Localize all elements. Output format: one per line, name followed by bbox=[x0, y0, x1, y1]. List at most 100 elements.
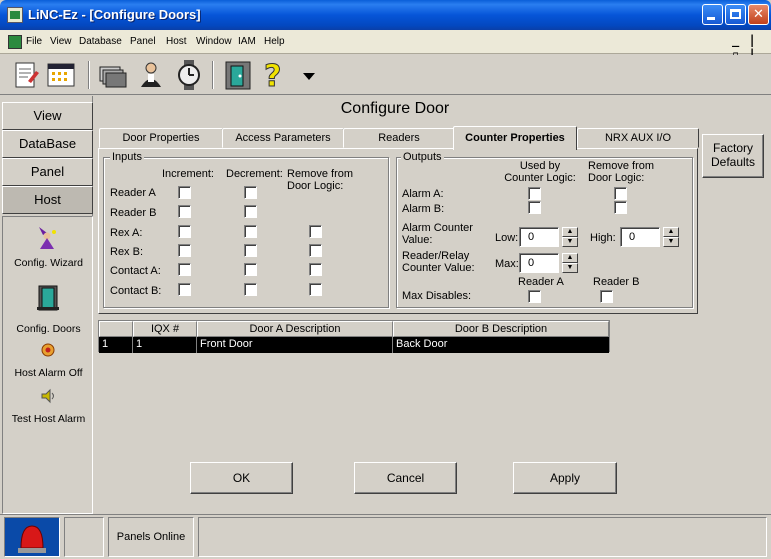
help-icon[interactable]: ? bbox=[258, 59, 290, 95]
menu-host[interactable]: Host bbox=[166, 36, 187, 47]
alarm-off-icon[interactable] bbox=[39, 341, 61, 363]
rex-a-remove-checkbox[interactable] bbox=[309, 225, 322, 238]
decrement-header: Decrement: bbox=[226, 168, 283, 180]
contact-a-increment-checkbox[interactable] bbox=[178, 263, 191, 276]
door-a-cell[interactable]: Front Door bbox=[197, 337, 393, 353]
max-value-input[interactable]: 0 bbox=[519, 253, 559, 273]
tab-counter-properties[interactable]: Counter Properties bbox=[453, 126, 577, 150]
row-label-rex-a: Rex A: bbox=[110, 227, 143, 239]
rex-a-increment-checkbox[interactable] bbox=[178, 225, 191, 238]
toolbar: ? bbox=[0, 55, 771, 95]
alarm-a-remove-checkbox[interactable] bbox=[614, 187, 627, 200]
alarm-counter-value-label: Alarm Counter Value: bbox=[402, 222, 473, 246]
reader-b-label: Reader B bbox=[593, 276, 640, 288]
menu-file[interactable]: File bbox=[26, 36, 42, 47]
document-icon[interactable] bbox=[10, 59, 42, 91]
host-panel: Config. Wizard Config. Doors Host Alarm … bbox=[2, 216, 93, 514]
tab-readers[interactable]: Readers bbox=[343, 128, 455, 148]
watch-icon[interactable] bbox=[173, 59, 205, 91]
high-value-input[interactable]: 0 bbox=[620, 227, 660, 247]
menu-iam[interactable]: IAM bbox=[238, 36, 256, 47]
rex-b-increment-checkbox[interactable] bbox=[178, 244, 191, 257]
tab-nrx-aux-io[interactable]: NRX AUX I/O bbox=[577, 128, 699, 148]
contact-b-remove-checkbox[interactable] bbox=[309, 283, 322, 296]
cards-icon[interactable] bbox=[96, 59, 128, 91]
config-doors-label[interactable]: Config. Doors bbox=[3, 323, 94, 335]
wizard-icon[interactable] bbox=[36, 225, 58, 249]
max-disables-label: Max Disables: bbox=[402, 290, 472, 302]
sidebar-tab-host[interactable]: Host bbox=[2, 186, 93, 214]
low-spinner[interactable]: ▲ ▼ bbox=[562, 227, 578, 247]
config-wizard-label[interactable]: Config. Wizard bbox=[3, 257, 94, 269]
tab-access-parameters[interactable]: Access Parameters bbox=[222, 128, 344, 148]
contact-a-decrement-checkbox[interactable] bbox=[244, 263, 257, 276]
ok-button[interactable]: OK bbox=[190, 462, 293, 494]
grid-header-door-a[interactable]: Door A Description bbox=[197, 321, 393, 337]
person-icon[interactable] bbox=[135, 59, 167, 91]
spin-down-icon[interactable]: ▼ bbox=[663, 237, 679, 247]
contact-a-remove-checkbox[interactable] bbox=[309, 263, 322, 276]
row-label-contact-a: Contact A: bbox=[110, 265, 161, 277]
alarm-b-remove-checkbox[interactable] bbox=[614, 201, 627, 214]
calendar-icon[interactable] bbox=[45, 59, 77, 91]
low-label: Low: bbox=[495, 232, 519, 244]
sidebar-tab-database[interactable]: DataBase bbox=[2, 130, 93, 158]
sidebar-tab-panel[interactable]: Panel bbox=[2, 158, 93, 186]
menu-help[interactable]: Help bbox=[264, 36, 285, 47]
maximize-button[interactable] bbox=[725, 4, 746, 25]
page-title: Configure Door bbox=[340, 100, 450, 117]
alarm-b-used-checkbox[interactable] bbox=[528, 201, 541, 214]
contact-b-increment-checkbox[interactable] bbox=[178, 283, 191, 296]
rex-a-decrement-checkbox[interactable] bbox=[244, 225, 257, 238]
apply-button[interactable]: Apply bbox=[513, 462, 617, 494]
dropdown-arrow-icon[interactable] bbox=[293, 59, 325, 91]
door-icon[interactable] bbox=[37, 285, 59, 311]
rex-b-remove-checkbox[interactable] bbox=[309, 244, 322, 257]
low-value-input[interactable]: 0 bbox=[519, 227, 559, 247]
close-button[interactable]: ✕ bbox=[748, 4, 769, 25]
alarm-b-label: Alarm B: bbox=[402, 203, 445, 215]
doors-grid: IQX # Door A Description Door B Descript… bbox=[98, 320, 610, 353]
menu-view[interactable]: View bbox=[50, 36, 72, 47]
minimize-button[interactable] bbox=[702, 4, 723, 25]
spin-up-icon[interactable]: ▲ bbox=[562, 227, 578, 237]
max-disables-reader-b-checkbox[interactable] bbox=[600, 290, 613, 303]
spin-up-icon[interactable]: ▲ bbox=[562, 253, 578, 263]
rex-b-decrement-checkbox[interactable] bbox=[244, 244, 257, 257]
test-host-alarm-label[interactable]: Test Host Alarm bbox=[3, 413, 94, 425]
reader-b-decrement-checkbox[interactable] bbox=[244, 205, 257, 218]
reader-b-increment-checkbox[interactable] bbox=[178, 205, 191, 218]
door-icon[interactable] bbox=[222, 59, 254, 91]
iqx-cell[interactable]: 1 bbox=[133, 337, 197, 353]
sidebar-tab-view[interactable]: View bbox=[2, 102, 93, 130]
max-disables-reader-a-checkbox[interactable] bbox=[528, 290, 541, 303]
table-row[interactable]: 1 1 Front Door Back Door bbox=[99, 337, 609, 353]
outputs-title: Outputs bbox=[401, 151, 444, 163]
grid-header-iqx[interactable]: IQX # bbox=[133, 321, 197, 337]
grid-header-door-b[interactable]: Door B Description bbox=[393, 321, 609, 337]
spin-down-icon[interactable]: ▼ bbox=[562, 263, 578, 273]
speaker-icon[interactable] bbox=[39, 387, 61, 409]
factory-defaults-button[interactable]: Factory Defaults bbox=[702, 134, 764, 178]
remove-door-logic-header: Remove from Door Logic: bbox=[588, 160, 655, 184]
reader-a-decrement-checkbox[interactable] bbox=[244, 186, 257, 199]
document-window-icon[interactable] bbox=[8, 35, 22, 49]
spin-up-icon[interactable]: ▲ bbox=[663, 227, 679, 237]
menu-window[interactable]: Window bbox=[196, 36, 232, 47]
app-icon[interactable] bbox=[7, 7, 23, 23]
relay-counter-value-label: Reader/Relay Counter Value: bbox=[402, 250, 475, 274]
menu-database[interactable]: Database bbox=[79, 36, 122, 47]
spin-down-icon[interactable]: ▼ bbox=[562, 237, 578, 247]
menu-panel[interactable]: Panel bbox=[130, 36, 156, 47]
low-value: 0 bbox=[528, 231, 535, 243]
cancel-button[interactable]: Cancel bbox=[354, 462, 457, 494]
alarm-a-used-checkbox[interactable] bbox=[528, 187, 541, 200]
host-alarm-off-label[interactable]: Host Alarm Off bbox=[3, 367, 94, 379]
tab-door-properties[interactable]: Door Properties bbox=[99, 128, 223, 148]
status-bar: Panels Online bbox=[0, 514, 771, 558]
reader-a-increment-checkbox[interactable] bbox=[178, 186, 191, 199]
door-b-cell[interactable]: Back Door bbox=[393, 337, 609, 353]
high-spinner[interactable]: ▲ ▼ bbox=[663, 227, 679, 247]
max-spinner[interactable]: ▲ ▼ bbox=[562, 253, 578, 273]
contact-b-decrement-checkbox[interactable] bbox=[244, 283, 257, 296]
